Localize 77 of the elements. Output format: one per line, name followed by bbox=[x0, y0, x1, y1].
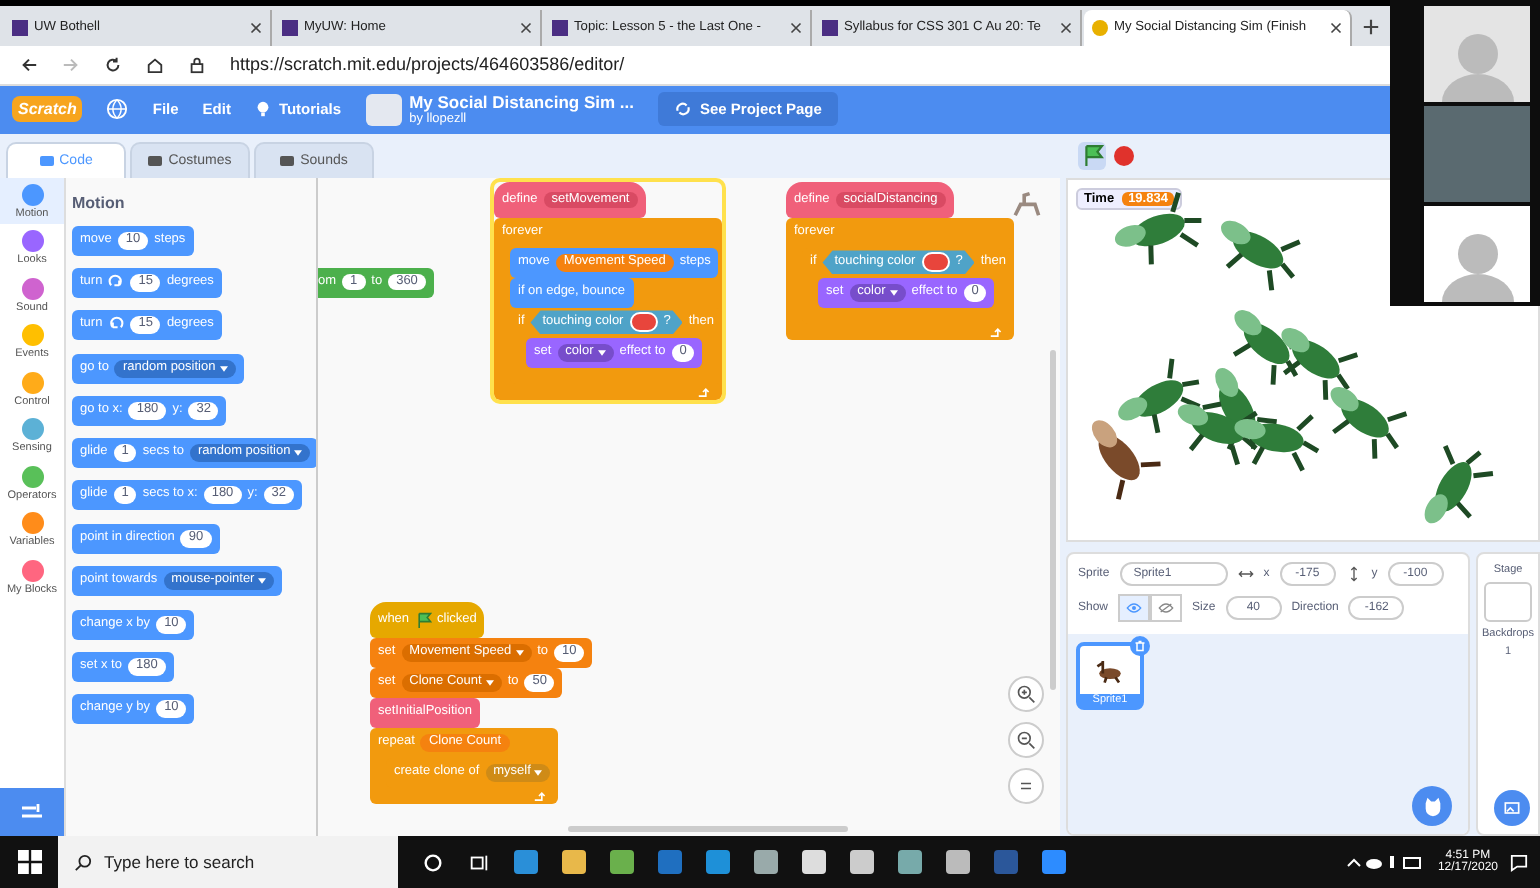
notification-icon[interactable] bbox=[1510, 853, 1528, 871]
loop-arrow-icon bbox=[988, 325, 1003, 338]
caret-icon bbox=[515, 649, 524, 656]
close-icon[interactable] bbox=[790, 21, 802, 34]
lightbulb-icon bbox=[254, 100, 273, 119]
rotate-right-icon bbox=[108, 274, 125, 291]
zoom-out-button[interactable] bbox=[1008, 722, 1044, 758]
image-icon bbox=[1502, 798, 1522, 818]
app-icon[interactable] bbox=[658, 850, 682, 874]
hide-sprite-button[interactable] bbox=[1150, 593, 1183, 622]
extension-icon bbox=[20, 802, 44, 822]
caret-icon bbox=[889, 289, 898, 296]
cat-icon bbox=[1421, 795, 1443, 817]
taskbar-search-field[interactable]: Type here to search bbox=[58, 836, 398, 888]
address-bar[interactable]: https://scratch.mit.edu/projects/464603586/editor/ bbox=[230, 54, 625, 75]
close-icon[interactable] bbox=[1330, 21, 1342, 34]
close-icon[interactable] bbox=[1060, 21, 1072, 34]
loop-arrow-icon bbox=[532, 789, 547, 802]
search-icon bbox=[74, 853, 92, 871]
flag-icon bbox=[1081, 144, 1103, 167]
person-silhouette-icon bbox=[1437, 30, 1517, 102]
lock-icon bbox=[188, 55, 206, 74]
choose-backdrop-button[interactable] bbox=[1494, 790, 1530, 826]
refresh-icon bbox=[674, 100, 692, 119]
caret-icon bbox=[485, 679, 494, 686]
palette-heading: Motion bbox=[72, 193, 127, 212]
trash-icon bbox=[1134, 639, 1146, 652]
delete-button[interactable] bbox=[1130, 635, 1150, 656]
new-tab-icon[interactable] bbox=[1362, 17, 1380, 36]
tab-icon bbox=[148, 155, 163, 166]
circle-icon[interactable] bbox=[422, 851, 444, 873]
tab-icon bbox=[39, 155, 54, 166]
zoom-in-button[interactable] bbox=[1008, 676, 1044, 712]
show-sprite-button[interactable] bbox=[1118, 593, 1151, 622]
color-swatch[interactable] bbox=[921, 252, 950, 273]
reload-icon[interactable] bbox=[104, 55, 122, 74]
eye-icon bbox=[1126, 601, 1143, 614]
choose-sprite-button[interactable] bbox=[1412, 786, 1452, 826]
project-thumbnail-icon bbox=[365, 93, 402, 126]
vertical-arrow-icon bbox=[1345, 565, 1362, 582]
system-tray-icons[interactable] bbox=[1345, 852, 1426, 872]
back-arrow-icon[interactable] bbox=[20, 55, 38, 74]
caret-icon bbox=[597, 349, 606, 356]
flag-icon bbox=[415, 611, 432, 628]
task-view-icon[interactable] bbox=[468, 851, 490, 873]
scrollbar[interactable] bbox=[568, 826, 848, 832]
video-placeholder bbox=[1424, 106, 1530, 202]
color-swatch[interactable] bbox=[629, 312, 658, 333]
caret-icon bbox=[258, 577, 267, 584]
run-flag-button[interactable] bbox=[1078, 141, 1106, 170]
windows-logo-icon[interactable] bbox=[18, 850, 42, 874]
caret-icon bbox=[534, 769, 543, 776]
scrollbar[interactable] bbox=[1050, 349, 1056, 690]
forward-arrow-icon[interactable] bbox=[62, 55, 80, 74]
loop-arrow-icon bbox=[696, 385, 711, 398]
app-icon[interactable] bbox=[610, 850, 634, 874]
home-icon[interactable] bbox=[146, 55, 164, 74]
add-extension-button[interactable] bbox=[0, 788, 64, 836]
favicon-icon bbox=[552, 19, 568, 36]
eye-slash-icon bbox=[1158, 601, 1175, 614]
favicon-icon bbox=[12, 19, 28, 36]
stop-button[interactable] bbox=[1114, 145, 1134, 166]
horizontal-arrow-icon bbox=[1237, 565, 1254, 582]
caret-icon bbox=[219, 365, 228, 372]
rotate-left-icon bbox=[108, 316, 125, 333]
tab-icon bbox=[280, 155, 295, 166]
favicon-icon bbox=[1092, 19, 1108, 36]
person-silhouette-icon bbox=[1437, 230, 1517, 302]
close-icon[interactable] bbox=[250, 21, 262, 34]
close-icon[interactable] bbox=[520, 21, 532, 34]
favicon-icon bbox=[822, 19, 838, 36]
zoom-in-icon bbox=[1016, 684, 1036, 704]
favicon-icon bbox=[282, 19, 298, 36]
zoom-out-icon bbox=[1016, 730, 1036, 750]
globe-icon[interactable] bbox=[106, 98, 129, 121]
caret-icon bbox=[294, 449, 303, 456]
stage-thumbnail[interactable] bbox=[1484, 581, 1532, 622]
